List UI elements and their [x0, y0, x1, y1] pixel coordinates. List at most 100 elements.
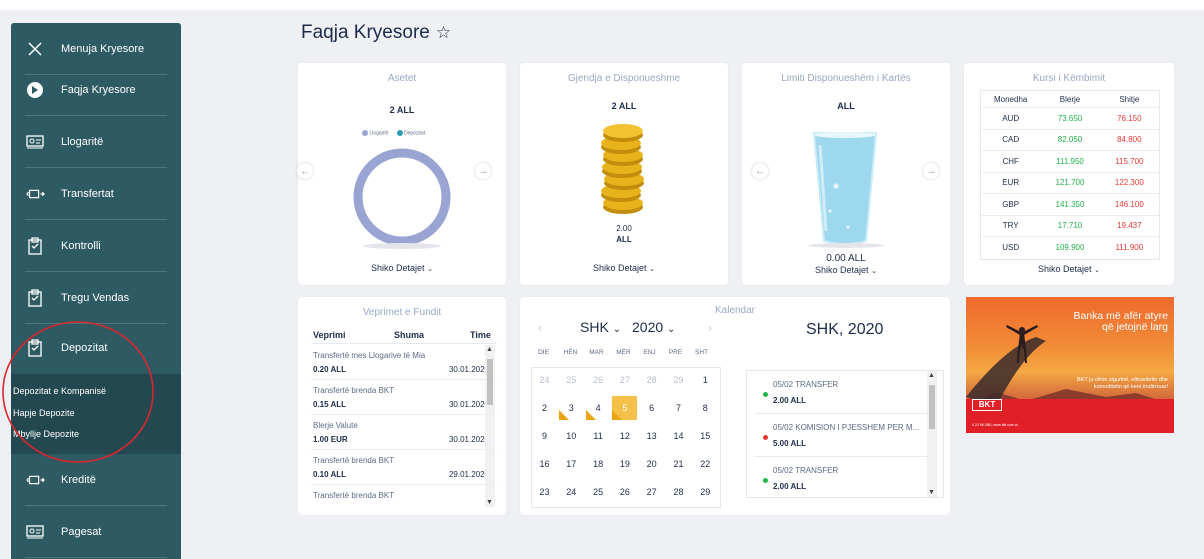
calendar-day[interactable]: 24 — [532, 368, 557, 392]
banner-footer-text: 4 22 66 288 | www.bkt.com.al — [972, 423, 1018, 427]
calendar-title: Kalendar — [714, 305, 756, 316]
calendar-heading: SHK, 2020 — [806, 321, 884, 338]
scroll-down-icon[interactable]: ▼ — [486, 499, 493, 506]
sidebar-item-market[interactable]: Tregu Vendas — [11, 272, 181, 324]
transfer-icon — [25, 184, 45, 204]
calendar-day[interactable]: 12 — [612, 424, 637, 448]
calendar-day[interactable]: 22 — [693, 452, 718, 476]
assets-shadow — [363, 243, 441, 249]
events-scrollbar[interactable]: ▲ ▼ — [927, 371, 937, 497]
sidebar-item-transfers[interactable]: Transfertat — [11, 168, 181, 220]
card-limit-next-button[interactable]: → — [923, 163, 939, 179]
assets-amount: 2 ALL — [389, 105, 415, 115]
assets-prev-button[interactable]: ← — [297, 163, 313, 179]
scroll-down-icon[interactable]: ▼ — [928, 489, 935, 496]
card-limit-value: 0.00 ALL — [826, 253, 866, 264]
calendar-day[interactable]: 19 — [612, 452, 637, 476]
calendar-day[interactable]: 4 — [585, 396, 611, 420]
calendar-day[interactable]: 26 — [612, 480, 637, 504]
annotation-circle — [2, 321, 154, 463]
legend-accounts: Llogaritë — [362, 130, 389, 136]
calendar-day[interactable]: 27 — [612, 368, 637, 392]
scroll-up-icon[interactable]: ▲ — [486, 346, 493, 353]
calendar-next-icon[interactable]: › — [708, 321, 712, 335]
sidebar-item-payments[interactable]: Pagesat — [11, 506, 181, 558]
page-title: Faqja Kryesore ☆ — [301, 22, 451, 44]
available-value: 2.00 — [616, 224, 632, 233]
calendar-day[interactable]: 8 — [693, 396, 718, 420]
sidebar-item-home[interactable]: Faqja Kryesore — [11, 64, 181, 116]
weekday-label: MAR — [589, 349, 604, 356]
scrollbar-thumb[interactable] — [929, 385, 935, 429]
calendar-day[interactable]: 29 — [693, 480, 718, 504]
sidebar-item-label: Kreditë — [61, 474, 96, 486]
calendar-prev-icon[interactable]: ‹ — [538, 321, 542, 335]
calendar-day[interactable]: 27 — [639, 480, 664, 504]
calendar-day[interactable]: 9 — [532, 424, 557, 448]
calendar-day[interactable]: 2 — [532, 396, 557, 420]
top-bar — [0, 0, 1204, 10]
list-item[interactable]: Blerje Valute 1.00 EUR 30.01.2020 — [311, 415, 497, 450]
calendar-day[interactable]: 28 — [639, 368, 664, 392]
recent-scrollbar[interactable]: ▲ ▼ — [485, 345, 495, 507]
card-limit-card: Limiti Disponueshëm i Kartës ALL ← → 0.0… — [742, 63, 950, 285]
list-item[interactable]: 05/02 TRANSFER 2.00 ALL — [755, 371, 933, 414]
calendar-day[interactable]: 15 — [693, 424, 718, 448]
scroll-up-icon[interactable]: ▲ — [928, 372, 935, 379]
exchange-details-link[interactable]: Shiko Detajet ⌄ — [964, 264, 1174, 274]
list-item[interactable]: Transfertë mes Llogarive të Mia 0.20 ALL 3… — [311, 345, 497, 380]
list-item[interactable]: Transfertë brenda BKT 0.15 ALL 30.01.2020 — [311, 380, 497, 415]
assets-donut-chart — [353, 148, 451, 246]
calendar-day[interactable]: 3 — [558, 396, 584, 420]
assets-card: Asetet 2 ALL Llogaritë Depozitat ← → Shi… — [297, 63, 506, 285]
recent-title: Veprimet e Fundit — [362, 307, 442, 318]
calendar-day[interactable]: 25 — [586, 480, 611, 504]
calendar-day[interactable]: 21 — [666, 452, 691, 476]
calendar-day[interactable]: 6 — [639, 396, 664, 420]
assets-details-link[interactable]: Shiko Detajet ⌄ — [298, 263, 506, 273]
weekday-label: HËN — [563, 349, 578, 356]
star-icon[interactable]: ☆ — [436, 23, 451, 43]
list-item[interactable]: Transfertë brenda BKT 0.10 ALL 29.01.2020 — [311, 450, 497, 485]
calendar-day[interactable]: 10 — [559, 424, 584, 448]
calendar-day[interactable]: 29 — [666, 368, 691, 392]
recent-transactions-list: Transfertë mes Llogarive të Mia 0.20 ALL 3… — [311, 345, 497, 507]
calendar-day[interactable]: 18 — [586, 452, 611, 476]
list-item[interactable]: Transfertë brenda BKT — [311, 485, 497, 507]
list-item[interactable]: 05/02 KOMISION I PJESSHEM PER M... 5.00 A… — [755, 414, 933, 457]
sidebar-item-accounts[interactable]: Llogaritë — [11, 116, 181, 168]
card-limit-details-link[interactable]: Shiko Detajet ⌄ — [742, 265, 950, 275]
calendar-month-select[interactable]: SHK ⌄ — [580, 319, 621, 335]
calendar-day[interactable]: 25 — [559, 368, 584, 392]
calendar-day[interactable]: 13 — [639, 424, 664, 448]
assets-legend: Llogaritë Depozitat — [362, 130, 425, 136]
calendar-day[interactable]: 24 — [559, 480, 584, 504]
calendar-day[interactable]: 20 — [639, 452, 664, 476]
sidebar: Menuja Kryesore Faqja Kryesore Llogaritë… — [11, 23, 181, 559]
calendar-day[interactable]: 14 — [666, 424, 691, 448]
calendar-day[interactable]: 7 — [666, 396, 691, 420]
table-row: EUR 121.700 122.300 — [981, 173, 1159, 194]
assets-title: Asetet — [387, 73, 417, 84]
calendar-year-select[interactable]: 2020 ⌄ — [632, 319, 675, 335]
promo-banner[interactable]: Banka më afër atyre që jetojnë larg BKT … — [966, 297, 1174, 433]
exchange-table-header: Monedha Blerje Shitje — [981, 91, 1159, 108]
calendar-day[interactable]: 28 — [666, 480, 691, 504]
calendar-day[interactable]: 1 — [693, 368, 718, 392]
card-limit-title: Limiti Disponueshëm i Kartës — [781, 73, 911, 84]
card-limit-prev-button[interactable]: ← — [752, 163, 768, 179]
calendar-day[interactable]: 23 — [532, 480, 557, 504]
list-item[interactable]: 05/02 TRANSFER 2.00 ALL — [755, 457, 933, 497]
calendar-day[interactable]: 5 — [612, 396, 638, 420]
available-details-link[interactable]: Shiko Detajet ⌄ — [520, 263, 728, 273]
assets-next-button[interactable]: → — [475, 163, 491, 179]
close-icon[interactable] — [25, 39, 45, 59]
sidebar-item-label: Tregu Vendas — [61, 292, 130, 304]
calendar-day[interactable]: 11 — [586, 424, 611, 448]
scrollbar-thumb[interactable] — [487, 359, 493, 405]
sidebar-item-control[interactable]: Kontrolli — [11, 220, 181, 272]
calendar-day[interactable]: 16 — [532, 452, 557, 476]
calendar-day[interactable]: 26 — [586, 368, 611, 392]
calendar-day[interactable]: 17 — [559, 452, 584, 476]
coin-stack-icon — [601, 124, 644, 214]
